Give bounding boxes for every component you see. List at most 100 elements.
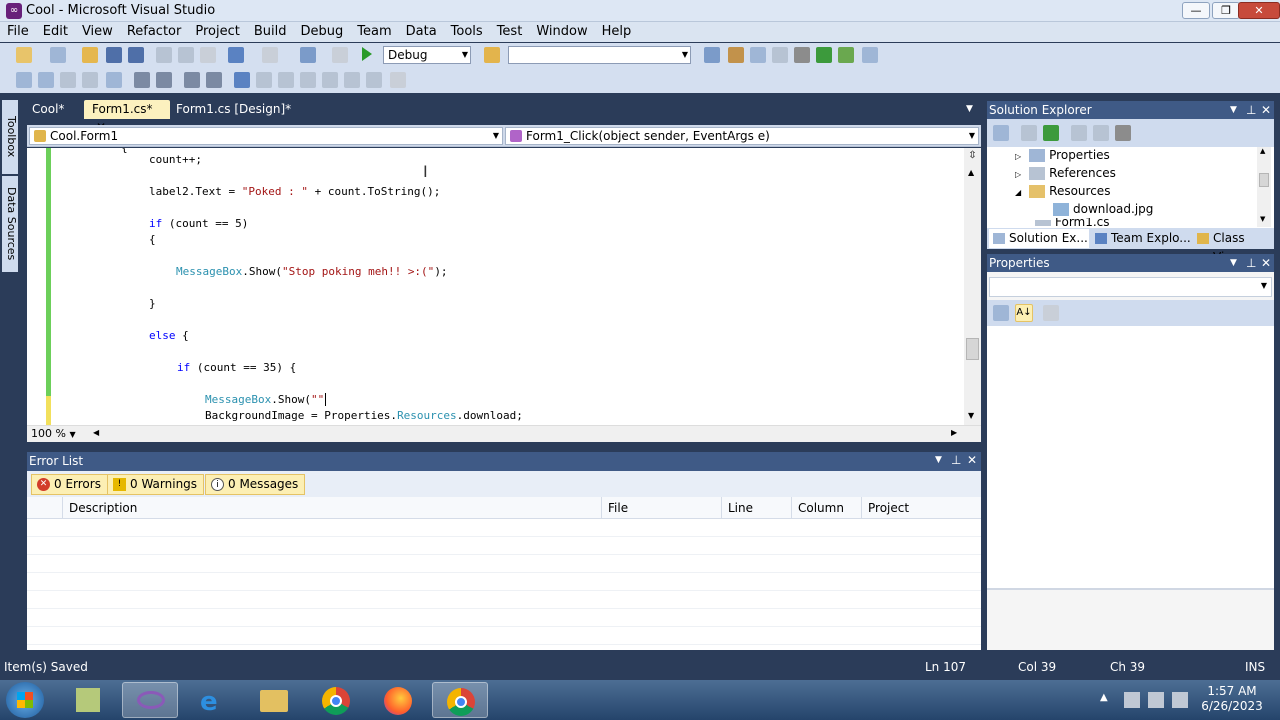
tab-class-view[interactable]: Class View [1193, 229, 1274, 264]
previous-bookmark-icon[interactable] [256, 72, 272, 88]
menu-build[interactable]: Build [247, 22, 294, 42]
parameter-info-icon[interactable] [38, 72, 54, 88]
categorized-icon[interactable] [993, 305, 1009, 321]
paste-icon[interactable] [200, 47, 216, 63]
tab-form1-design[interactable]: Form1.cs [Design]* [168, 100, 299, 119]
menu-debug[interactable]: Debug [293, 22, 350, 42]
tree-item-resources[interactable]: ◢ Resources [1015, 182, 1110, 200]
navigate-backward-icon[interactable] [300, 47, 316, 63]
menu-help[interactable]: Help [595, 22, 639, 42]
column-description[interactable]: Description [62, 497, 601, 519]
tab-team-explorer[interactable]: Team Explo... [1091, 229, 1191, 248]
menu-test[interactable]: Test [490, 22, 530, 42]
editor-vertical-scrollbar[interactable]: ⇳ ▲ ▼ [964, 148, 981, 425]
tree-item-download-jpg[interactable]: download.jpg [1053, 200, 1153, 218]
class-diagram-icon[interactable] [1115, 125, 1131, 141]
close-panel-icon[interactable]: ✕ [1261, 254, 1271, 272]
increase-indent-icon[interactable] [156, 72, 172, 88]
start-page-icon[interactable] [816, 47, 832, 63]
tab-solution-explorer[interactable]: Solution Ex... [989, 229, 1089, 248]
code-editor[interactable]: { count++; label2.Text = "Poked : " + co… [27, 148, 981, 425]
tools-icon[interactable] [794, 47, 810, 63]
property-grid[interactable] [987, 326, 1274, 588]
toggle-bookmark-icon[interactable] [234, 72, 250, 88]
column-file[interactable]: File [601, 497, 721, 519]
copy-icon[interactable] [178, 47, 194, 63]
show-all-files-icon[interactable] [1021, 125, 1037, 141]
clear-bookmarks-icon[interactable] [390, 72, 406, 88]
member-combo[interactable]: Form1_Click(object sender, EventArgs e) … [505, 127, 979, 145]
cut-icon[interactable] [156, 47, 172, 63]
member-list-icon[interactable] [16, 72, 32, 88]
menu-data[interactable]: Data [399, 22, 444, 42]
restore-button[interactable]: ❐ [1212, 2, 1240, 19]
pin-icon[interactable]: ⊥ [1246, 101, 1256, 119]
zoom-level[interactable]: 100 % ▼ [31, 427, 76, 440]
toolbox-icon[interactable] [772, 47, 788, 63]
network-icon[interactable] [1148, 692, 1164, 708]
tree-item-references[interactable]: ▷ References [1015, 164, 1116, 182]
next-bookmark-icon[interactable] [278, 72, 294, 88]
save-icon[interactable] [106, 47, 122, 63]
data-sources-tab[interactable]: Data Sources [2, 176, 18, 272]
menu-window[interactable]: Window [529, 22, 594, 42]
find-in-files-icon[interactable] [484, 47, 500, 63]
taskbar-internet-explorer[interactable]: e [184, 682, 240, 718]
toolbox-tab[interactable]: Toolbox [2, 100, 18, 174]
decrease-indent-icon[interactable] [134, 72, 150, 88]
view-code-icon[interactable] [1071, 125, 1087, 141]
clock[interactable]: 1:57 AM 6/26/2023 [1196, 684, 1268, 714]
class-combo[interactable]: Cool.Form1 ▼ [29, 127, 503, 145]
start-button[interactable] [6, 682, 44, 718]
close-panel-icon[interactable]: ✕ [967, 453, 977, 467]
tab-cool[interactable]: Cool* [24, 100, 72, 119]
undo-icon[interactable] [228, 47, 244, 63]
volume-muted-icon[interactable] [1172, 692, 1188, 708]
refresh-icon[interactable] [1043, 125, 1059, 141]
add-item-icon[interactable] [50, 47, 66, 63]
find-combo[interactable]: ▼ [508, 46, 691, 64]
scroll-up-icon[interactable]: ▲ [968, 168, 974, 177]
close-button[interactable]: ✕ [1238, 2, 1280, 19]
tab-form1-cs[interactable]: Form1.cs* ✕ [84, 100, 170, 134]
menu-file[interactable]: File [0, 22, 36, 42]
complete-word-icon[interactable] [82, 72, 98, 88]
previous-bookmark-document-icon[interactable] [344, 72, 360, 88]
command-window-icon[interactable] [862, 47, 878, 63]
new-project-icon[interactable] [16, 47, 32, 63]
alphabetical-icon[interactable]: A↓ [1015, 304, 1033, 322]
navigate-forward-icon[interactable] [332, 47, 348, 63]
property-pages-icon[interactable] [1043, 305, 1059, 321]
properties-icon[interactable] [993, 125, 1009, 141]
pin-icon[interactable]: ⊥ [951, 453, 961, 467]
uncomment-lines-icon[interactable] [206, 72, 222, 88]
solution-explorer-icon[interactable] [704, 47, 720, 63]
scroll-down-icon[interactable]: ▼ [968, 411, 974, 420]
taskbar-firefox[interactable] [370, 682, 426, 718]
toggle-completion-icon[interactable] [106, 72, 122, 88]
scroll-thumb[interactable] [1259, 173, 1269, 187]
minimize-button[interactable]: — [1182, 2, 1210, 19]
menu-edit[interactable]: Edit [36, 22, 75, 42]
menu-project[interactable]: Project [188, 22, 246, 42]
solution-explorer-scrollbar[interactable]: ▲ ▼ [1257, 147, 1271, 227]
object-selector-combo[interactable]: ▼ [989, 277, 1272, 297]
panel-dropdown-icon[interactable]: ▼ [935, 455, 942, 465]
menu-tools[interactable]: Tools [444, 22, 490, 42]
column-column[interactable]: Column [791, 497, 861, 519]
scroll-left-icon[interactable]: ◀ [93, 428, 99, 437]
properties-window-icon[interactable] [728, 47, 744, 63]
split-handle-icon[interactable]: ⇳ [966, 150, 979, 162]
tree-item-properties[interactable]: ▷ Properties [1015, 146, 1110, 164]
warnings-filter-button[interactable]: ! 0 Warnings [107, 474, 205, 495]
menu-view[interactable]: View [75, 22, 120, 42]
taskbar-notes-app[interactable] [60, 682, 116, 718]
save-all-icon[interactable] [128, 47, 144, 63]
menu-team[interactable]: Team [350, 22, 398, 42]
solution-configuration-combo[interactable]: Debug ▼ [383, 46, 471, 64]
tab-list-dropdown-icon[interactable]: ▼ [966, 104, 973, 114]
messages-filter-button[interactable]: i0 Messages [205, 474, 306, 495]
panel-dropdown-icon[interactable]: ▼ [1230, 101, 1237, 119]
comment-lines-icon[interactable] [184, 72, 200, 88]
view-designer-icon[interactable] [1093, 125, 1109, 141]
